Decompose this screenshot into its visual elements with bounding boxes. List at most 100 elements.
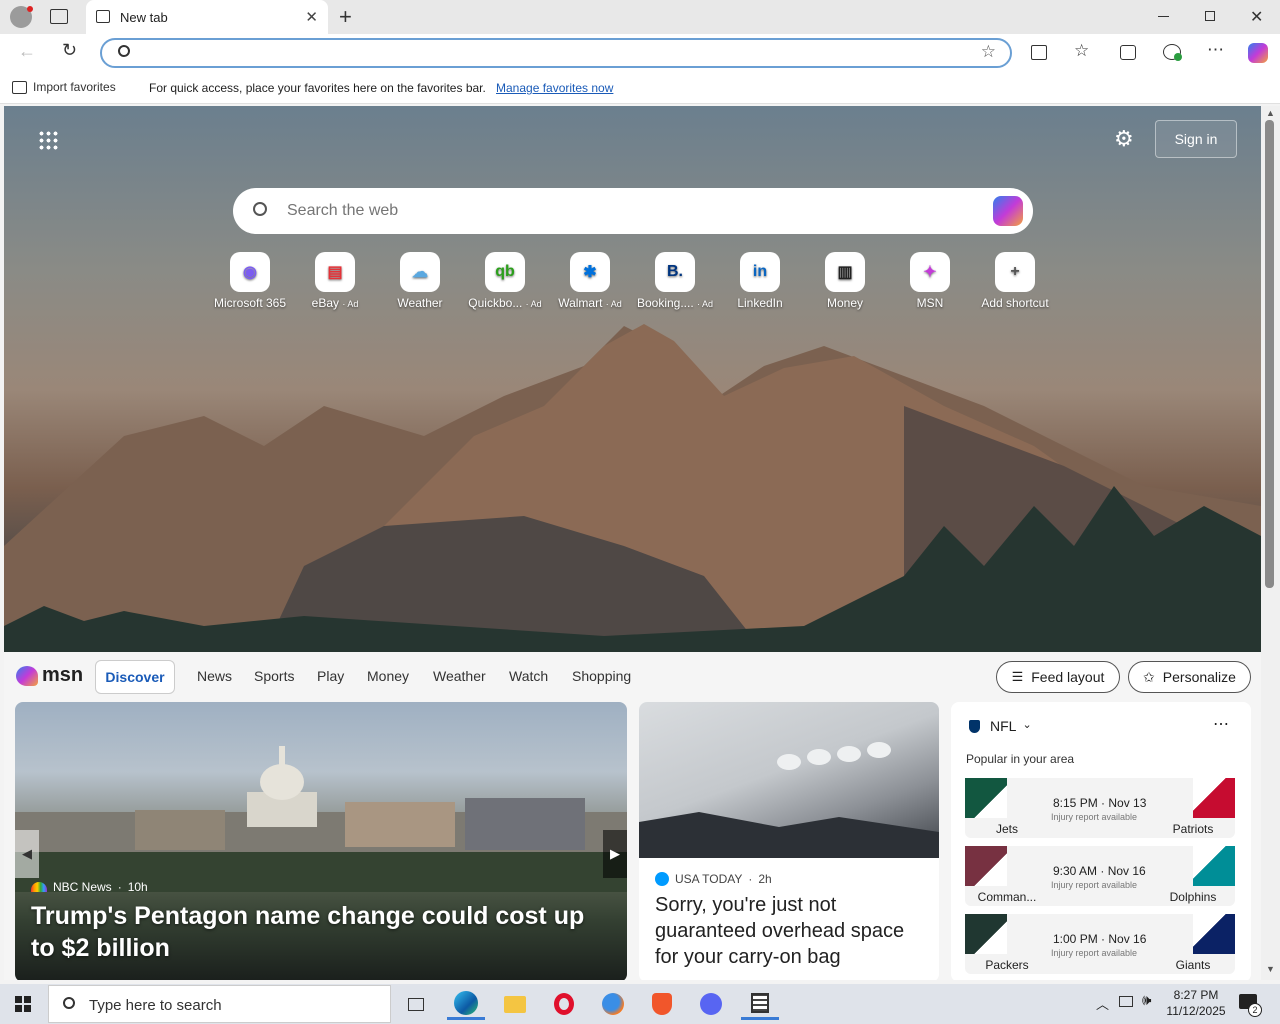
address-search-icon — [118, 45, 130, 57]
volume-icon[interactable]: 🕪 — [1142, 992, 1151, 1009]
clock-date: 11/12/2025 — [1166, 1004, 1226, 1018]
injury-note: Injury report available — [1051, 812, 1138, 822]
new-tab-icon[interactable]: + — [339, 4, 352, 30]
shortcut-label: Weather — [397, 296, 443, 310]
tab-actions-icon[interactable] — [50, 9, 68, 24]
lead-article-card[interactable]: ◀ ▶ NBC News · 10h Trump's Pentagon name … — [15, 702, 627, 980]
away-team-name: Patriots — [1172, 822, 1214, 836]
capitol-dome — [260, 764, 304, 800]
scroll-up-icon[interactable]: ▲ — [1266, 108, 1275, 118]
collections-icon[interactable] — [1120, 45, 1136, 60]
feed-layout-button[interactable]: ☰ Feed layout — [996, 661, 1120, 693]
carousel-prev-button[interactable]: ◀ — [15, 830, 39, 878]
shortcut-7[interactable]: ▥ Money — [805, 252, 885, 310]
calculator-icon[interactable] — [741, 988, 779, 1020]
article-card[interactable]: USA TODAY · 2h Sorry, you're just not gua… — [639, 702, 939, 980]
game-row[interactable]: 1:00 PM · Nov 16 Injury report available P… — [965, 914, 1235, 974]
web-search-input[interactable] — [287, 200, 967, 222]
shortcut-3[interactable]: qb Quickbo... · Ad — [465, 252, 545, 310]
taskbar-search-placeholder: Type here to search — [89, 997, 222, 1014]
taskbar-search[interactable]: Type here to search — [48, 985, 391, 1023]
tab-shopping[interactable]: Shopping — [572, 668, 631, 684]
split-screen-icon[interactable] — [1031, 45, 1047, 60]
chevron-down-icon: ⌄ — [1022, 719, 1032, 731]
tab-money[interactable]: Money — [367, 668, 409, 684]
import-favorites-button[interactable]: Import favorites — [12, 80, 116, 94]
home-team-name: Comman... — [977, 890, 1037, 904]
shortcut-6[interactable]: in LinkedIn — [720, 252, 800, 310]
page-scrollbar[interactable]: ▲ ▼ — [1261, 106, 1280, 980]
tab-weather[interactable]: Weather — [433, 668, 486, 684]
game-row[interactable]: 9:30 AM · Nov 16 Injury report available C… — [965, 846, 1235, 906]
start-button[interactable] — [4, 988, 42, 1020]
shortcut-ad-label: · Ad — [525, 299, 542, 309]
show-hidden-icons[interactable]: ︿ — [1096, 994, 1109, 1013]
shortcut-4[interactable]: ✱ Walmart · Ad — [550, 252, 630, 310]
game-row[interactable]: 8:15 PM · Nov 13 Injury report available J… — [965, 778, 1235, 838]
web-search-box[interactable] — [233, 188, 1033, 234]
task-view-icon[interactable] — [397, 988, 435, 1020]
brave-icon[interactable] — [643, 988, 681, 1020]
shortcut-5[interactable]: B. Booking.... · Ad — [635, 252, 715, 310]
tab-discover[interactable]: Discover — [95, 660, 175, 694]
minimize-icon[interactable] — [1158, 16, 1169, 17]
shortcut-2[interactable]: ☁ Weather — [380, 252, 460, 310]
restore-icon[interactable] — [1205, 11, 1215, 21]
usa-today-icon — [655, 872, 669, 886]
address-input[interactable] — [142, 43, 962, 63]
tab-new-tab[interactable]: New tab ✕ — [86, 0, 328, 34]
shortcut-1[interactable]: ▤ eBay · Ad — [295, 252, 375, 310]
scroll-thumb[interactable] — [1265, 120, 1274, 588]
league-selector[interactable]: NFL ⌄ — [990, 718, 1032, 734]
network-icon[interactable] — [1119, 996, 1133, 1007]
discord-glyph — [700, 993, 722, 1015]
close-window-icon[interactable]: ✕ — [1250, 7, 1263, 27]
msn-logo[interactable]: msn — [16, 664, 83, 687]
firefox-icon[interactable] — [594, 988, 632, 1020]
lead-age: 10h — [127, 880, 148, 894]
apps-launcher-icon[interactable] — [38, 130, 58, 150]
team-logo — [1193, 846, 1235, 886]
edge-taskbar-icon[interactable] — [447, 988, 485, 1020]
tab-play[interactable]: Play — [317, 668, 344, 684]
file-explorer-icon[interactable] — [496, 988, 534, 1020]
clock[interactable]: 8:27 PM 11/12/2025 — [1166, 987, 1226, 1019]
card2-source-row: USA TODAY · 2h — [655, 872, 772, 886]
injury-note: Injury report available — [1051, 948, 1138, 958]
popular-label: Popular in your area — [966, 752, 1075, 766]
msn-butterfly-icon — [16, 665, 38, 686]
league-label: NFL — [990, 718, 1017, 734]
personalize-button[interactable]: ✩ Personalize — [1128, 661, 1251, 693]
address-bar[interactable]: ☆ — [100, 38, 1012, 68]
clock-time: 8:27 PM — [1173, 988, 1219, 1002]
shortcut-tile-icon: ▥ — [825, 252, 865, 292]
back-icon[interactable]: ← — [18, 41, 36, 62]
scroll-down-icon[interactable]: ▼ — [1266, 964, 1275, 974]
widget-more-icon[interactable]: ⋯ — [1213, 714, 1229, 734]
settings-icon[interactable]: ⚙ — [1114, 126, 1134, 152]
air-vent — [777, 754, 801, 770]
shortcut-0[interactable]: ◉ Microsoft 365 — [210, 252, 290, 310]
close-tab-icon[interactable]: ✕ — [305, 8, 318, 26]
shortcut-tile-icon: in — [740, 252, 780, 292]
card2-headline[interactable]: Sorry, you're just not guaranteed overhe… — [655, 892, 925, 970]
shortcut-label: Walmart — [558, 296, 603, 310]
shortcut-9[interactable]: + Add shortcut — [975, 252, 1055, 310]
refresh-icon[interactable]: ↻ — [62, 40, 77, 61]
carousel-next-button[interactable]: ▶ — [603, 830, 627, 878]
more-options-icon[interactable]: ⋯ — [1207, 40, 1224, 60]
tab-watch[interactable]: Watch — [509, 668, 548, 684]
favorite-star-icon[interactable]: ☆ — [981, 42, 996, 62]
extension-badge — [1174, 53, 1182, 61]
copilot-search-icon[interactable] — [993, 196, 1023, 226]
sign-in-button[interactable]: Sign in — [1155, 120, 1237, 158]
discord-icon[interactable] — [692, 988, 730, 1020]
shortcut-8[interactable]: ✦ MSN — [890, 252, 970, 310]
lead-headline[interactable]: Trump's Pentagon name change could cost … — [31, 900, 611, 964]
tab-news[interactable]: News — [197, 668, 232, 684]
tab-sports[interactable]: Sports — [254, 668, 294, 684]
copilot-icon[interactable] — [1248, 43, 1268, 63]
opera-icon[interactable] — [545, 988, 583, 1020]
favorites-icon[interactable]: ☆ — [1074, 41, 1089, 61]
manage-favorites-link[interactable]: Manage favorites now — [496, 81, 613, 95]
